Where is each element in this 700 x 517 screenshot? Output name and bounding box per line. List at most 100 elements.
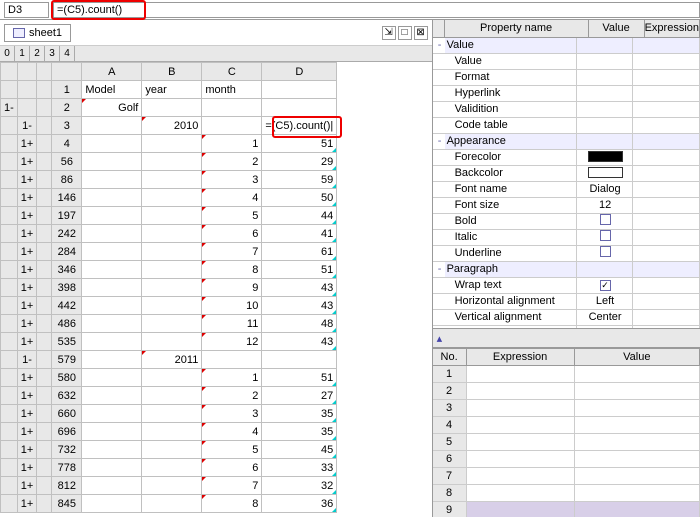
cell[interactable]	[142, 495, 202, 513]
cell[interactable]	[202, 99, 262, 117]
row-header[interactable]: 3	[52, 117, 82, 135]
property-expression[interactable]	[633, 118, 700, 133]
cell[interactable]: 2	[202, 387, 262, 405]
outline-toggle[interactable]	[1, 81, 18, 99]
property-expression[interactable]	[633, 70, 700, 85]
outline-level-btn[interactable]: 4	[60, 46, 75, 61]
cell[interactable]: 61	[262, 243, 337, 261]
cell[interactable]: 51	[262, 261, 337, 279]
outline-level-btn[interactable]: 3	[45, 46, 60, 61]
outline-toggle[interactable]	[1, 189, 18, 207]
outline-toggle[interactable]: 1+	[17, 477, 37, 495]
outline-toggle[interactable]	[1, 351, 18, 369]
row-header[interactable]: 56	[52, 153, 82, 171]
cell[interactable]: 4	[202, 423, 262, 441]
cell[interactable]	[82, 243, 142, 261]
cell[interactable]: 48	[262, 315, 337, 333]
cell[interactable]: 5	[202, 441, 262, 459]
cell[interactable]: 9	[202, 279, 262, 297]
property-row[interactable]: Format	[433, 70, 700, 86]
property-expression[interactable]	[633, 102, 700, 117]
cell[interactable]	[82, 225, 142, 243]
cell[interactable]: 7	[202, 477, 262, 495]
property-value[interactable]	[577, 214, 633, 229]
outline-toggle[interactable]	[1, 405, 18, 423]
row-header[interactable]: 580	[52, 369, 82, 387]
outline-toggle[interactable]	[17, 81, 37, 99]
cell[interactable]	[142, 261, 202, 279]
row-header[interactable]: 1	[52, 81, 82, 99]
checkbox-icon[interactable]: ✓	[600, 280, 611, 291]
cell[interactable]	[142, 135, 202, 153]
expression-row[interactable]: 8	[433, 485, 700, 502]
cell[interactable]: 43	[262, 279, 337, 297]
cell[interactable]: 35	[262, 423, 337, 441]
cell[interactable]: 51	[262, 135, 337, 153]
cell[interactable]: 50	[262, 189, 337, 207]
outline-toggle[interactable]	[1, 423, 18, 441]
outline-toggle[interactable]: 1+	[17, 225, 37, 243]
cell[interactable]	[202, 351, 262, 369]
cell[interactable]: Model	[82, 81, 142, 99]
cell[interactable]: 1	[202, 369, 262, 387]
property-value[interactable]	[577, 134, 633, 149]
cell[interactable]: 41	[262, 225, 337, 243]
cell[interactable]	[142, 405, 202, 423]
cell[interactable]: year	[142, 81, 202, 99]
cell[interactable]: 5	[202, 207, 262, 225]
row-header[interactable]: 398	[52, 279, 82, 297]
outline-toggle[interactable]	[1, 279, 18, 297]
cell[interactable]	[142, 423, 202, 441]
cell[interactable]: 45	[262, 441, 337, 459]
outline-toggle[interactable]: 1+	[17, 459, 37, 477]
outline-toggle[interactable]: 1+	[17, 261, 37, 279]
cell[interactable]	[82, 189, 142, 207]
property-expression[interactable]	[633, 230, 700, 245]
outline-toggle[interactable]	[1, 477, 18, 495]
cell[interactable]	[142, 189, 202, 207]
cell[interactable]: 59	[262, 171, 337, 189]
outline-toggle[interactable]	[1, 459, 18, 477]
property-row[interactable]: -Appearance	[433, 134, 700, 150]
outline-level-btn[interactable]: 0	[0, 46, 15, 61]
outline-toggle[interactable]: 1+	[17, 243, 37, 261]
property-expression[interactable]	[633, 278, 700, 293]
row-header[interactable]: 732	[52, 441, 82, 459]
cell[interactable]	[142, 369, 202, 387]
cell[interactable]	[82, 405, 142, 423]
property-value[interactable]: Left	[577, 294, 633, 309]
outline-toggle[interactable]: 1+	[17, 369, 37, 387]
cell[interactable]	[142, 279, 202, 297]
property-expression[interactable]	[633, 182, 700, 197]
row-header[interactable]: 486	[52, 315, 82, 333]
tree-toggle-icon[interactable]: -	[433, 38, 445, 53]
cell[interactable]: =(C5).count()|	[262, 117, 337, 135]
outline-toggle[interactable]: 1-	[1, 99, 18, 117]
outline-toggle[interactable]	[1, 387, 18, 405]
sheet-tab[interactable]: sheet1	[4, 24, 71, 42]
cell[interactable]	[142, 207, 202, 225]
cell[interactable]: 3	[202, 405, 262, 423]
property-expression[interactable]	[633, 166, 700, 181]
outline-toggle[interactable]: 1+	[17, 423, 37, 441]
outline-toggle[interactable]: 1+	[17, 153, 37, 171]
tree-toggle-icon[interactable]: -	[433, 262, 445, 277]
property-expression[interactable]	[633, 262, 700, 277]
cell[interactable]	[82, 135, 142, 153]
property-value[interactable]: 12	[577, 198, 633, 213]
cell[interactable]: Golf	[82, 99, 142, 117]
outline-toggle[interactable]: 1+	[17, 441, 37, 459]
outline-toggle[interactable]	[1, 135, 18, 153]
cell[interactable]	[82, 459, 142, 477]
expression-row[interactable]: 6	[433, 451, 700, 468]
cell[interactable]: 2011	[142, 351, 202, 369]
pane-splitter[interactable]: ▴	[433, 328, 700, 348]
cell[interactable]	[142, 387, 202, 405]
property-row[interactable]: Font nameDialog	[433, 182, 700, 198]
property-expression[interactable]	[633, 134, 700, 149]
property-row[interactable]: Horizontal alignmentLeft	[433, 294, 700, 310]
cell[interactable]: 3	[202, 171, 262, 189]
property-expression[interactable]	[633, 246, 700, 261]
property-expression[interactable]	[633, 294, 700, 309]
cell[interactable]	[202, 117, 262, 135]
